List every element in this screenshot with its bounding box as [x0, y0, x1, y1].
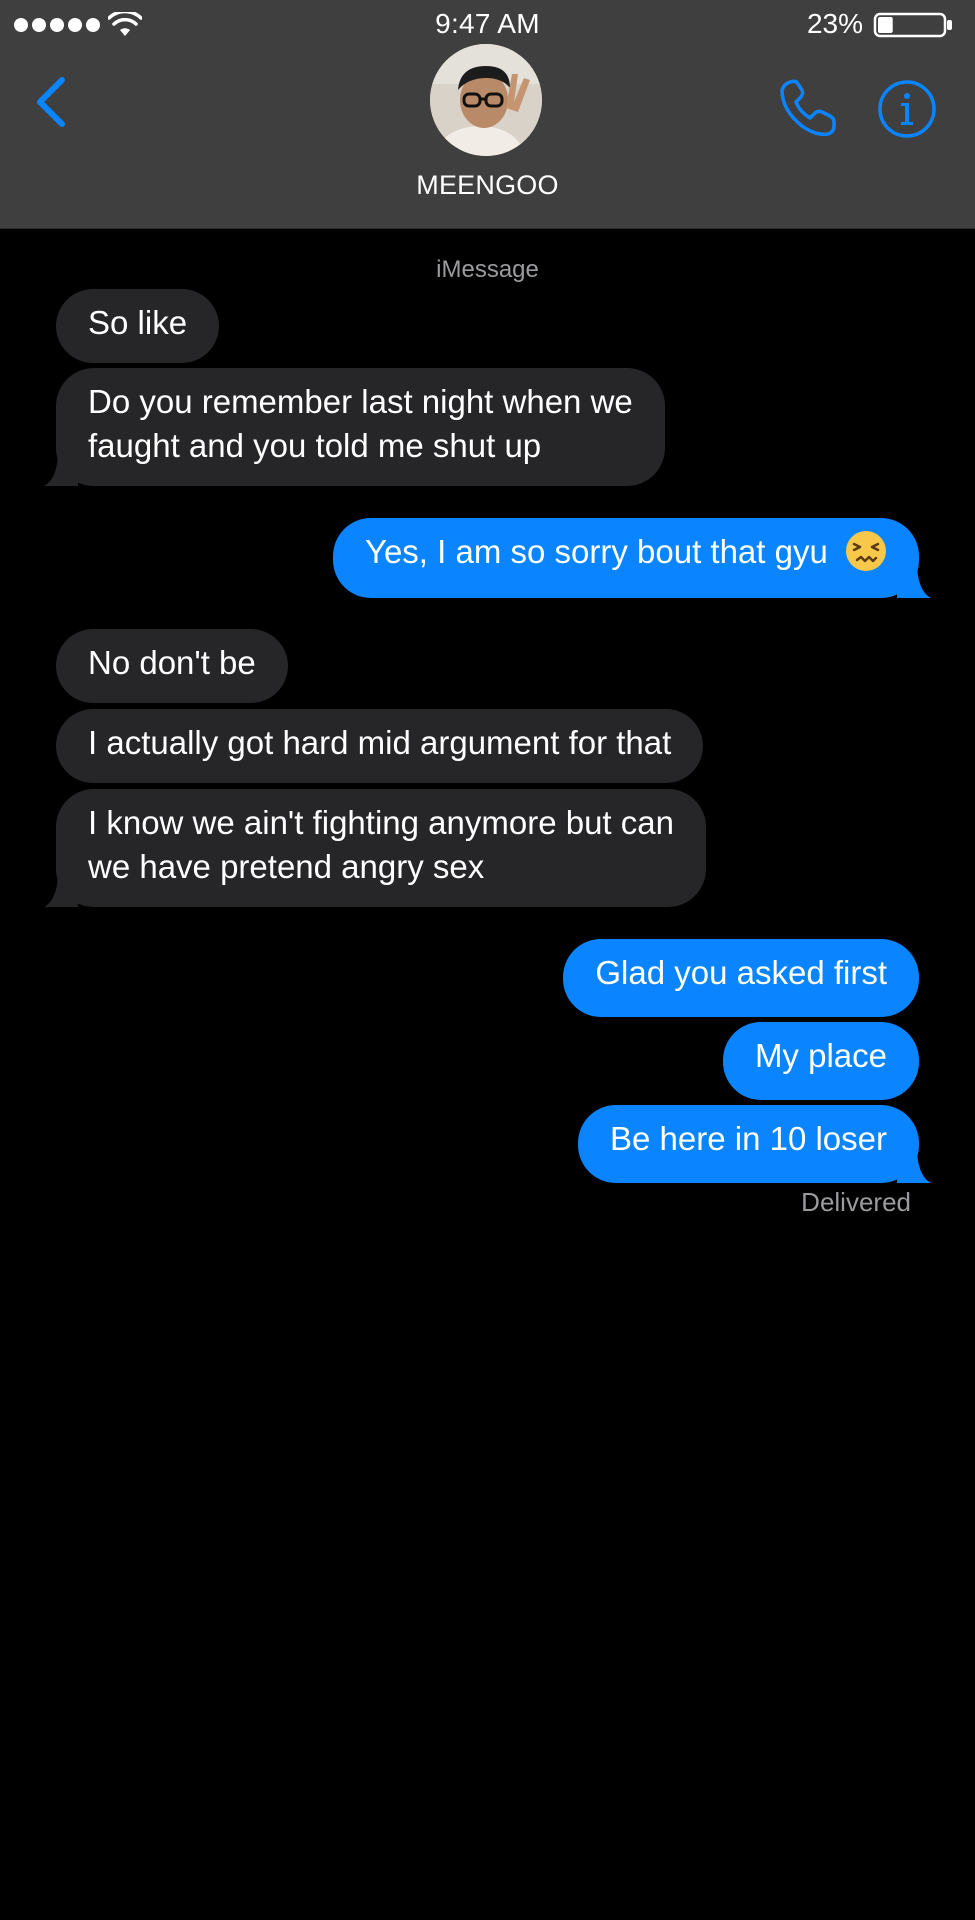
message-text: Be here in 10 loser: [609, 1120, 887, 1157]
message-bubble-incoming[interactable]: I actually got hard mid argument for tha…: [56, 709, 704, 783]
phone-icon[interactable]: [776, 76, 840, 140]
message-bubble-outgoing[interactable]: Yes, I am so sorry bout that gyu: [332, 518, 931, 598]
delivery-status: Delivered: [801, 1187, 911, 1217]
info-icon[interactable]: [876, 78, 938, 140]
message-text: My place: [754, 1037, 887, 1074]
avatar[interactable]: [430, 44, 542, 156]
chevron-left-icon[interactable]: [28, 72, 78, 132]
battery-level-fill: [878, 17, 893, 33]
message-bubble-incoming[interactable]: Do you remember last night when we faugh…: [44, 368, 665, 486]
bubble-tail: [44, 456, 78, 486]
message-bubble-incoming[interactable]: I know we ain't fighting anymore but can…: [44, 789, 706, 907]
battery-percent: 23%: [806, 8, 863, 39]
message-text-line: I know we ain't fighting anymore but can: [88, 804, 674, 841]
message-text-line: we have pretend angry sex: [88, 848, 485, 885]
battery-icon: [873, 12, 952, 38]
service-label: iMessage: [436, 256, 539, 283]
message-text-line: Do you remember last night when we: [88, 383, 633, 420]
message-text-line: faught and you told me shut up: [88, 427, 542, 464]
confounded-face-icon: [846, 531, 886, 571]
message-text: Glad you asked first: [595, 954, 887, 991]
status-bar: 9:47 AM 23%: [0, 0, 975, 48]
message-bubble-outgoing[interactable]: Be here in 10 loser: [577, 1105, 931, 1183]
message-bubble-outgoing[interactable]: Glad you asked first: [563, 939, 919, 1017]
message-bubble-incoming[interactable]: No don't be: [56, 629, 288, 703]
message-text: I actually got hard mid argument for tha…: [88, 724, 672, 761]
message-bubble-incoming[interactable]: So like: [56, 289, 220, 363]
message-text: Yes, I am so sorry bout that gyu: [364, 533, 828, 570]
avatar-photo: [430, 44, 542, 156]
conversation-header: 9:47 AM 23% MEENGOO: [0, 0, 975, 229]
message-text: So like: [88, 304, 188, 341]
bubble-tail: [44, 877, 78, 907]
bubble-tail: [897, 1153, 931, 1183]
message-text: No don't be: [88, 644, 256, 681]
contact-name[interactable]: MEENGOO: [0, 170, 975, 201]
message-bubble-outgoing[interactable]: My place: [722, 1022, 919, 1100]
bubble-tail: [897, 568, 931, 598]
